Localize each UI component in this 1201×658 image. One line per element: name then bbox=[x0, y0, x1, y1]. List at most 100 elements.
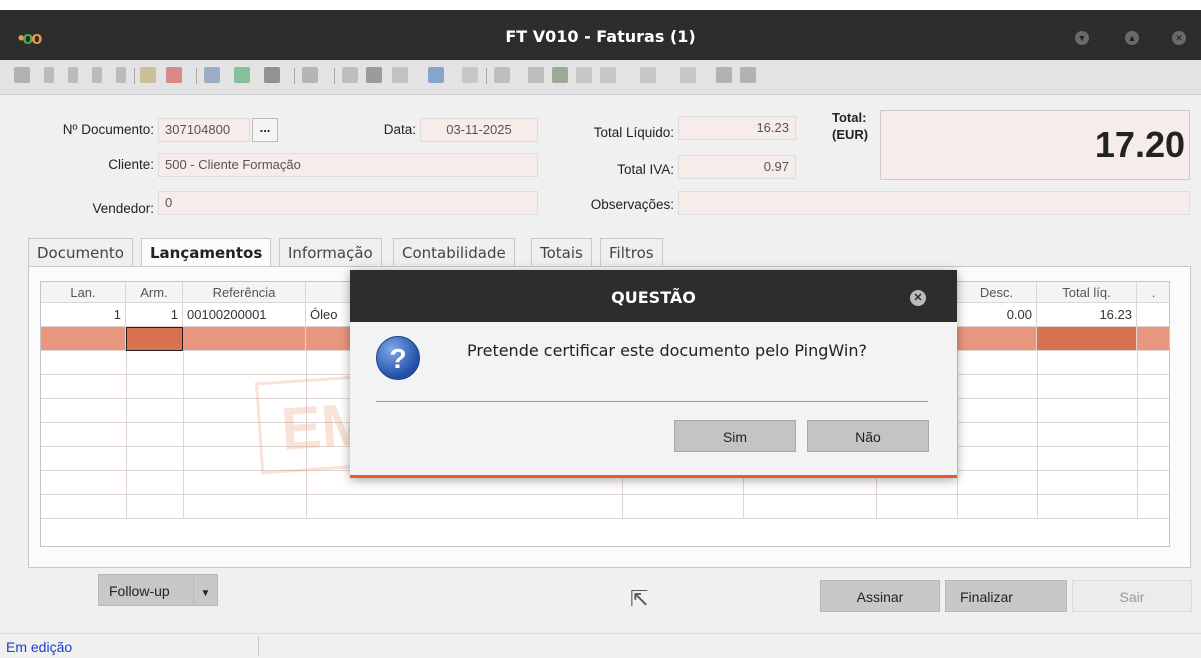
notes-label: Observações: bbox=[590, 197, 674, 212]
filter-icon[interactable] bbox=[680, 67, 696, 83]
dialog-divider bbox=[376, 401, 928, 402]
table-icon[interactable] bbox=[528, 67, 544, 83]
yes-button[interactable]: Sim bbox=[674, 420, 796, 452]
selected-row-cell[interactable] bbox=[183, 327, 306, 351]
list-icon[interactable] bbox=[552, 67, 568, 83]
dialog-close-icon[interactable]: ✕ bbox=[910, 290, 926, 306]
selected-row-cell[interactable] bbox=[957, 327, 1037, 351]
stamp-icon[interactable] bbox=[342, 67, 358, 83]
col-header-desc[interactable]: Desc. bbox=[957, 282, 1037, 303]
vat-total-field: 0.97 bbox=[678, 155, 796, 179]
maximize-icon[interactable]: ▲ bbox=[1125, 31, 1139, 45]
client-field[interactable]: 500 - Cliente Formação bbox=[158, 153, 538, 177]
tools-icon[interactable] bbox=[302, 67, 318, 83]
new-doc-icon[interactable] bbox=[14, 67, 30, 83]
active-cell[interactable] bbox=[126, 327, 183, 351]
edit-icon[interactable] bbox=[140, 67, 156, 83]
selected-row-cell[interactable] bbox=[1037, 327, 1137, 351]
followup-button[interactable]: Follow-up bbox=[98, 574, 194, 606]
tab-contabilidade[interactable]: Contabilidade bbox=[393, 238, 515, 266]
stamp-alt-icon[interactable] bbox=[366, 67, 382, 83]
search-icon[interactable] bbox=[264, 67, 280, 83]
attach-icon[interactable] bbox=[576, 67, 592, 83]
sign-button[interactable]: Assinar bbox=[820, 580, 940, 612]
column-divider bbox=[126, 351, 127, 519]
cell-lan[interactable]: 1 bbox=[41, 303, 126, 327]
grid-icon[interactable] bbox=[494, 67, 510, 83]
window-title: FT V010 - Faturas (1) bbox=[505, 27, 696, 46]
doc-lookup-button[interactable]: ... bbox=[252, 118, 278, 142]
first-record-icon[interactable] bbox=[44, 67, 54, 83]
toolbar-separator bbox=[486, 68, 487, 84]
finish-button[interactable]: Finalizar bbox=[945, 580, 1067, 612]
document-icon[interactable] bbox=[204, 67, 220, 83]
exit-button[interactable]: Sair bbox=[1072, 580, 1192, 612]
dialog-title: QUESTÃO bbox=[611, 288, 696, 307]
toolbar-separator bbox=[134, 68, 135, 84]
tab-informacao[interactable]: Informação bbox=[279, 238, 382, 266]
column-divider bbox=[957, 351, 958, 519]
column-divider bbox=[1137, 351, 1138, 519]
date-field[interactable]: 03-11-2025 bbox=[420, 118, 538, 142]
dialog-message: Pretende certificar este documento pelo … bbox=[467, 341, 867, 360]
doc-number-label: Nº Documento: bbox=[62, 122, 154, 137]
doc-number-field[interactable]: 307104800 bbox=[158, 118, 250, 142]
toolbar-separator bbox=[196, 68, 197, 84]
seller-label: Vendedor: bbox=[92, 201, 154, 216]
question-icon: ? bbox=[376, 336, 420, 380]
text-icon[interactable] bbox=[640, 67, 656, 83]
toolbar-separator bbox=[334, 68, 335, 84]
seller-field[interactable]: 0 bbox=[158, 191, 538, 215]
last-record-icon[interactable] bbox=[116, 67, 126, 83]
mouse-cursor-icon: ⇱ bbox=[630, 586, 649, 611]
cell-desc[interactable]: 0.00 bbox=[957, 303, 1037, 327]
tab-totais[interactable]: Totais bbox=[531, 238, 592, 266]
net-total-label: Total Líquido: bbox=[593, 125, 674, 140]
cell-total[interactable]: 16.23 bbox=[1037, 303, 1137, 327]
col-header-arm[interactable]: Arm. bbox=[126, 282, 183, 303]
cell-arm[interactable]: 1 bbox=[126, 303, 183, 327]
status-text: Em edição bbox=[6, 639, 73, 655]
notes-field[interactable] bbox=[678, 191, 1190, 215]
next-record-icon[interactable] bbox=[92, 67, 102, 83]
status-bar bbox=[0, 633, 1201, 658]
dialog-accent-bar bbox=[350, 475, 957, 478]
col-header-lan[interactable]: Lan. bbox=[41, 282, 126, 303]
vat-total-label: Total IVA: bbox=[617, 162, 674, 177]
currency-label: (EUR) bbox=[832, 127, 869, 142]
no-button[interactable]: Não bbox=[807, 420, 929, 452]
toolbar-separator bbox=[294, 68, 295, 84]
selected-row-cell[interactable] bbox=[1137, 327, 1169, 351]
toolbar bbox=[0, 60, 1201, 95]
tab-filtros[interactable]: Filtros bbox=[600, 238, 663, 266]
total-label: Total: bbox=[832, 110, 867, 125]
date-label: Data: bbox=[383, 122, 416, 137]
selected-row[interactable] bbox=[41, 327, 126, 351]
import-icon[interactable] bbox=[740, 67, 756, 83]
followup-dropdown[interactable]: ▼ bbox=[193, 574, 218, 606]
cell-extra[interactable] bbox=[1137, 303, 1169, 327]
tab-lancamentos[interactable]: Lançamentos bbox=[141, 238, 272, 266]
tab-documento[interactable]: Documento bbox=[28, 238, 133, 266]
status-divider bbox=[258, 636, 259, 656]
wand-icon[interactable] bbox=[600, 67, 616, 83]
delete-icon[interactable] bbox=[166, 67, 182, 83]
col-header-ref[interactable]: Referência bbox=[183, 282, 306, 303]
export-icon[interactable] bbox=[716, 67, 732, 83]
globe-icon[interactable] bbox=[428, 67, 444, 83]
copy-icon[interactable] bbox=[234, 67, 250, 83]
previous-record-icon[interactable] bbox=[68, 67, 78, 83]
client-label: Cliente: bbox=[108, 157, 154, 172]
print-icon[interactable] bbox=[392, 67, 408, 83]
col-header-total[interactable]: Total líq. bbox=[1037, 282, 1137, 303]
column-divider bbox=[1037, 351, 1038, 519]
table-row[interactable] bbox=[41, 495, 1169, 519]
minimize-icon[interactable]: ▼ bbox=[1075, 31, 1089, 45]
column-divider bbox=[183, 351, 184, 519]
grand-total-value: 17.20 bbox=[1094, 124, 1185, 165]
col-header-extra[interactable]: . bbox=[1137, 282, 1169, 303]
note-icon[interactable] bbox=[462, 67, 478, 83]
net-total-field: 16.23 bbox=[678, 116, 796, 140]
close-icon[interactable]: ✕ bbox=[1172, 31, 1186, 45]
cell-ref[interactable]: 00100200001 bbox=[183, 303, 306, 327]
